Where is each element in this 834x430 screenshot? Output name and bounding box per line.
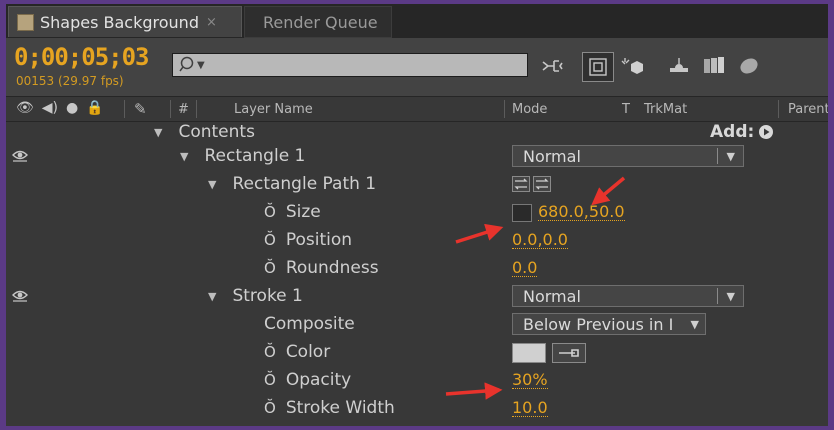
annotation-arrows [445,176,626,400]
timeline-panel: Shapes Background × Render Queue 0;00;05… [6,4,828,426]
arrow-to-path-direction [591,176,626,206]
arrow-to-size [455,223,504,244]
arrow-to-opacity [445,382,503,400]
